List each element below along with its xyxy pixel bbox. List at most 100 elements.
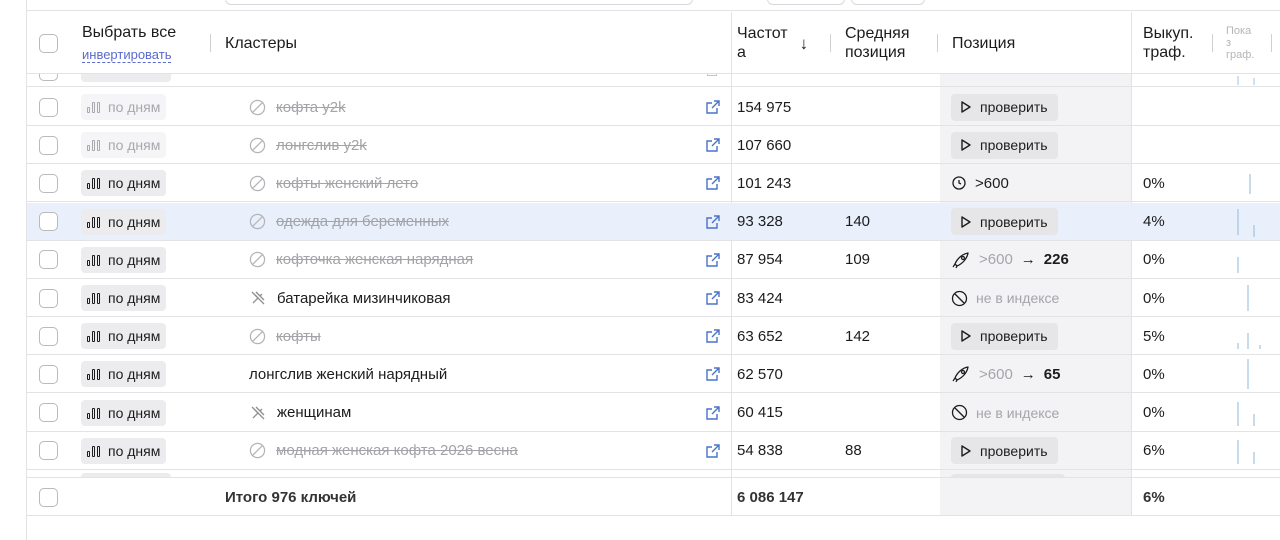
row-checkbox[interactable] (39, 173, 58, 193)
shows-sparkline (1237, 208, 1255, 237)
shows-sparkline (1247, 359, 1249, 390)
toolbar-button[interactable] (851, 0, 925, 5)
select-all-checkbox[interactable] (39, 33, 58, 53)
column-clusters[interactable]: Кластеры (225, 12, 297, 74)
excluded-icon[interactable] (249, 328, 266, 345)
by-days-button[interactable]: по дням (81, 94, 167, 120)
keyword-text: кофты женский лето (276, 174, 419, 192)
table-row[interactable]: по дням лонгслив женский нарядный 62 570 >6… (27, 355, 1280, 394)
frequency-value: 83 424 (737, 289, 783, 307)
search-input[interactable] (225, 0, 693, 5)
row-checkbox[interactable] (39, 326, 58, 346)
check-position-button[interactable]: проверить (951, 131, 1058, 159)
row-checkbox[interactable] (39, 250, 58, 270)
position-cell: >600 (951, 164, 1009, 202)
bar-chart-icon (87, 445, 100, 457)
row-checkbox[interactable] (39, 212, 58, 232)
check-position-button[interactable]: проверить (951, 93, 1058, 121)
external-link-icon[interactable] (705, 214, 721, 230)
external-link-icon[interactable] (705, 366, 721, 382)
frequency-value: 60 415 (737, 404, 783, 422)
position-cell: не в индексе (951, 279, 1059, 317)
row-checkbox[interactable] (39, 441, 58, 461)
excluded-icon[interactable] (249, 251, 266, 268)
external-link-icon[interactable] (705, 443, 721, 459)
invert-link[interactable]: инвертировать (82, 47, 172, 63)
keyword-cell: батарейка мизинчиковая (249, 279, 451, 317)
position-cell: проверить (951, 317, 1058, 355)
column-buyout[interactable]: Выкуп. траф. (1143, 12, 1193, 74)
table-row[interactable]: по дням батарейка мизинчиковая 83 424 не в … (27, 279, 1280, 317)
frequency-value: 87 954 (737, 251, 783, 269)
check-position-button[interactable]: проверить (951, 437, 1058, 465)
excluded-icon[interactable] (249, 442, 266, 459)
keyword-text: батарейка мизинчиковая (277, 289, 451, 307)
select-all-block: Выбрать все инвертировать (82, 12, 176, 74)
column-avg-position[interactable]: Средняя позиция (845, 12, 910, 74)
table-row[interactable]: по дням кофточка женская нарядная 87 954 10… (27, 241, 1280, 279)
select-all-label[interactable]: Выбрать все (82, 23, 176, 42)
position-cell: не в индексе (951, 394, 1059, 432)
excluded-icon[interactable] (249, 99, 266, 116)
by-days-button[interactable]: по дням (81, 361, 167, 388)
buyout-value: 5% (1143, 327, 1165, 345)
unpin-icon[interactable] (249, 289, 267, 307)
arrow-right-icon: → (1020, 365, 1036, 383)
by-days-button[interactable]: по дням (81, 208, 167, 235)
keyword-text: лонгслив женский нарядный (249, 365, 448, 383)
external-link-icon[interactable] (705, 137, 721, 153)
sort-down-arrow-icon[interactable]: ↓ (800, 34, 809, 53)
not-indexed-icon (951, 290, 968, 306)
toolbar-button[interactable] (767, 0, 845, 5)
table-row[interactable]: по дням кофты женский лето 101 243 >600 0% (27, 164, 1280, 203)
bar-chart-icon (87, 101, 100, 113)
by-days-button[interactable]: по дням (81, 170, 167, 197)
excluded-icon[interactable] (249, 175, 266, 192)
excluded-icon[interactable] (249, 137, 266, 154)
table-row[interactable]: по дням модная женская кофта 2026 весна 54… (27, 432, 1280, 470)
excluded-icon[interactable] (249, 213, 266, 230)
row-checkbox[interactable] (39, 403, 58, 423)
row-checkbox[interactable] (39, 288, 58, 308)
total-checkbox[interactable] (39, 488, 58, 507)
avg-position-value: 142 (845, 327, 871, 345)
external-link-icon[interactable] (705, 252, 721, 268)
external-link-icon[interactable] (705, 328, 721, 344)
table-row[interactable]: по дням кофты 63 652 142 проверить 5% (27, 317, 1280, 356)
row-checkbox[interactable] (39, 135, 58, 155)
table-row[interactable]: по дням женщинам 60 415 не в индексе 0% (27, 394, 1280, 432)
external-link-icon[interactable] (705, 290, 721, 306)
column-shows-chart[interactable]: Пока з граф. (1226, 12, 1254, 74)
keyword-text: лонгслив y2k (276, 136, 367, 154)
by-days-button[interactable]: по дням (81, 399, 167, 426)
external-link-icon[interactable] (705, 99, 721, 115)
total-row: Итого 976 ключей 6 086 147 6% (27, 477, 1280, 516)
table-row[interactable]: по дням кофта y2k 154 975 проверить (27, 88, 1280, 126)
check-position-button[interactable]: проверить (951, 322, 1058, 350)
check-position-button[interactable]: проверить (951, 208, 1058, 236)
position-value: не в индексе (976, 290, 1060, 306)
by-days-button[interactable]: по дням (81, 246, 167, 273)
keyword-text: женщинам (277, 404, 352, 422)
not-indexed-icon (951, 404, 968, 421)
play-icon (961, 139, 971, 151)
by-days-button[interactable]: по дням (81, 132, 167, 159)
shows-sparkline (1232, 88, 1272, 126)
table-row[interactable]: по дням одежда для беременных 93 328 140 про… (27, 202, 1280, 241)
unpin-icon[interactable] (249, 404, 267, 422)
row-checkbox[interactable] (39, 97, 58, 117)
by-days-button[interactable]: по дням (81, 437, 167, 464)
position-to: 226 (1043, 251, 1069, 269)
row-checkbox[interactable] (39, 364, 58, 384)
position-cell: проверить (951, 432, 1058, 470)
shows-sparkline (1237, 439, 1255, 464)
external-link-icon[interactable] (705, 175, 721, 191)
by-days-button[interactable]: по дням (81, 285, 167, 311)
keyword-cell: кофты женский лето (249, 164, 418, 202)
by-days-button[interactable]: по дням (81, 323, 167, 350)
table-row[interactable]: по дням лонгслив y2k 107 660 проверить (27, 126, 1280, 165)
external-link-icon[interactable] (705, 405, 721, 421)
column-frequency[interactable]: Частот а ↓ (737, 12, 808, 74)
shows-sparkline (1249, 174, 1251, 195)
column-position[interactable]: Позиция (952, 12, 1015, 74)
